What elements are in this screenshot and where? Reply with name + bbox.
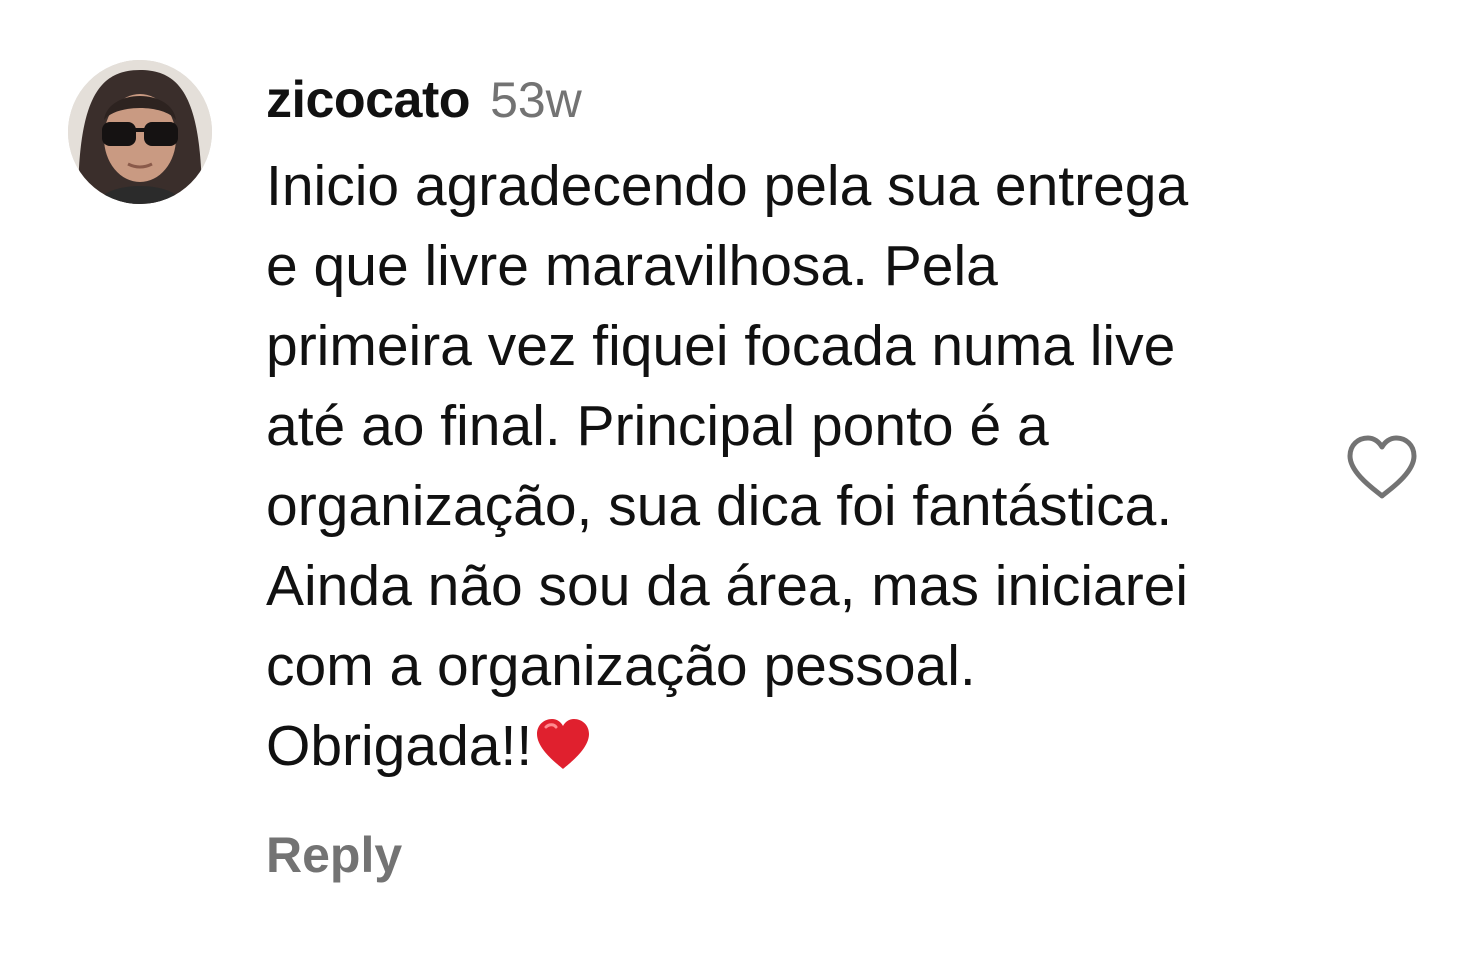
like-button[interactable]	[1344, 434, 1420, 502]
avatar-photo-icon	[68, 60, 212, 204]
username-link[interactable]: zicocato	[266, 70, 471, 130]
comment-line: Inicio agradecendo pela sua entrega	[266, 154, 1189, 218]
comment-text: Inicio agradecendo pela sua entrega e qu…	[266, 146, 1326, 786]
comment-header: zicocato 53w	[266, 70, 582, 140]
reply-button[interactable]: Reply	[266, 826, 402, 884]
comment-line: até ao final. Principal ponto é a	[266, 394, 1049, 458]
comment-line-text: Obrigada!!	[266, 714, 533, 778]
user-avatar[interactable]	[68, 60, 212, 204]
comment-timestamp: 53w	[490, 72, 582, 128]
comment-line: Ainda não sou da área, mas iniciarei	[266, 554, 1189, 618]
heart-outline-icon	[1347, 435, 1417, 499]
comment-line: com a organização pessoal.	[266, 634, 976, 698]
comment: zicocato 53w Inicio agradecendo pela sua…	[0, 0, 1478, 972]
comment-line: organização, sua dica foi fantástica.	[266, 474, 1173, 538]
comment-last-line: Obrigada!!	[266, 706, 1326, 786]
red-heart-emoji-icon	[537, 719, 590, 769]
comment-line: primeira vez fiquei focada numa live	[266, 314, 1176, 378]
comment-line: e que livre maravilhosa. Pela	[266, 234, 998, 298]
